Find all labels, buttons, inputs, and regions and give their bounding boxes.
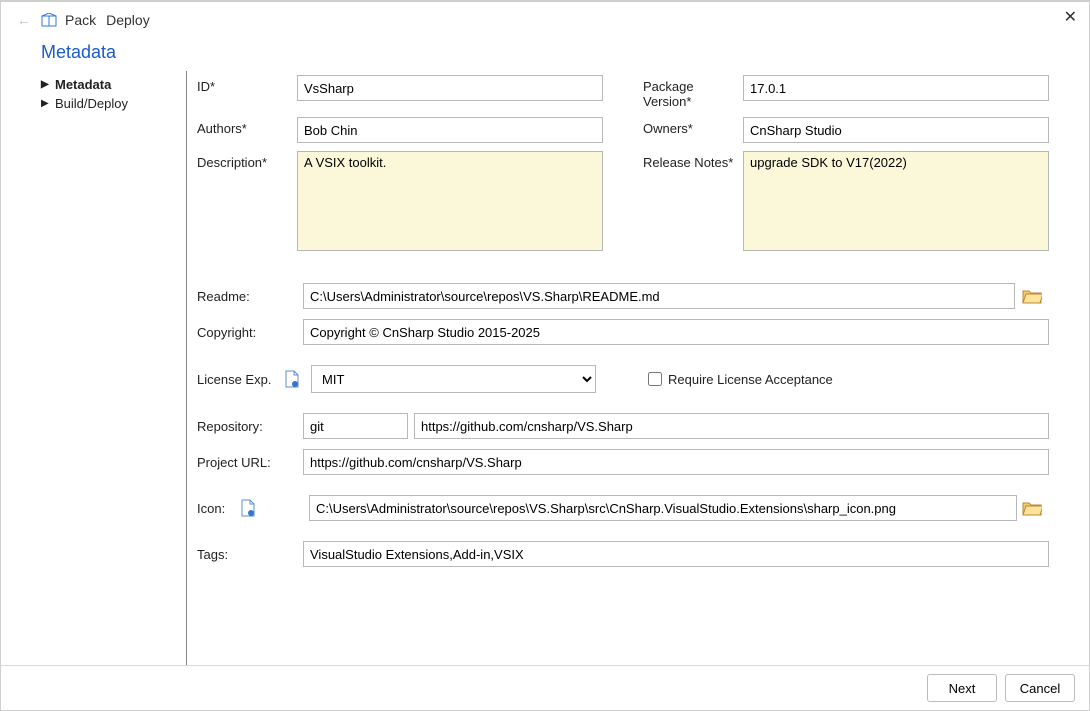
page-title: Metadata [1, 32, 1089, 71]
label-tags: Tags: [197, 547, 297, 562]
dialog-window: ✕ ← Pack Deploy Metadata ▶ Metadata ▶ [0, 0, 1090, 711]
label-icon: Icon: [197, 501, 235, 516]
caret-icon: ▶ [41, 98, 51, 109]
label-authors: Authors* [197, 117, 297, 136]
icon-doc-icon [239, 499, 257, 517]
toolbar-pack[interactable]: Pack [63, 12, 98, 28]
icon-input[interactable] [309, 495, 1017, 521]
package-version-input[interactable] [743, 75, 1049, 101]
label-copyright: Copyright: [197, 325, 297, 340]
id-input[interactable] [297, 75, 603, 101]
require-license-checkbox[interactable] [648, 372, 662, 386]
form-area: ID* Package Version* Authors* O [186, 71, 1089, 665]
sidebar-item-metadata[interactable]: ▶ Metadata [41, 75, 186, 94]
label-package-version: Package Version* [643, 75, 743, 109]
repository-type-input[interactable] [303, 413, 408, 439]
owners-input[interactable] [743, 117, 1049, 143]
close-button[interactable]: ✕ [1060, 6, 1081, 30]
repository-url-input[interactable] [414, 413, 1049, 439]
authors-input[interactable] [297, 117, 603, 143]
label-require-license: Require License Acceptance [668, 372, 833, 387]
browse-icon-button[interactable] [1021, 499, 1043, 517]
label-owners: Owners* [643, 117, 743, 136]
label-id: ID* [197, 75, 297, 94]
browse-readme-button[interactable] [1021, 287, 1043, 305]
label-project-url: Project URL: [197, 455, 297, 470]
license-select[interactable]: MIT [311, 365, 596, 393]
label-description: Description* [197, 151, 297, 170]
label-repository: Repository: [197, 419, 297, 434]
label-license-exp: License Exp. [197, 372, 277, 387]
sidebar-item-label: Build/Deploy [55, 96, 128, 111]
project-url-input[interactable] [303, 449, 1049, 475]
sidebar-item-label: Metadata [55, 77, 111, 92]
dialog-footer: Next Cancel [1, 665, 1089, 710]
next-button[interactable]: Next [927, 674, 997, 702]
cancel-button[interactable]: Cancel [1005, 674, 1075, 702]
toolbar: ← Pack Deploy [1, 2, 1089, 32]
label-release-notes: Release Notes* [643, 151, 743, 170]
caret-icon: ▶ [41, 79, 51, 90]
toolbar-deploy[interactable]: Deploy [104, 12, 152, 28]
sidebar: ▶ Metadata ▶ Build/Deploy [41, 71, 186, 665]
license-doc-icon [283, 370, 301, 388]
tags-input[interactable] [303, 541, 1049, 567]
readme-input[interactable] [303, 283, 1015, 309]
release-notes-textarea[interactable]: upgrade SDK to V17(2022) [743, 151, 1049, 251]
back-button[interactable]: ← [13, 12, 35, 28]
label-readme: Readme: [197, 289, 297, 304]
copyright-input[interactable] [303, 319, 1049, 345]
sidebar-item-build-deploy[interactable]: ▶ Build/Deploy [41, 94, 186, 113]
description-textarea[interactable]: A VSIX toolkit. [297, 151, 603, 251]
package-icon [41, 13, 57, 27]
